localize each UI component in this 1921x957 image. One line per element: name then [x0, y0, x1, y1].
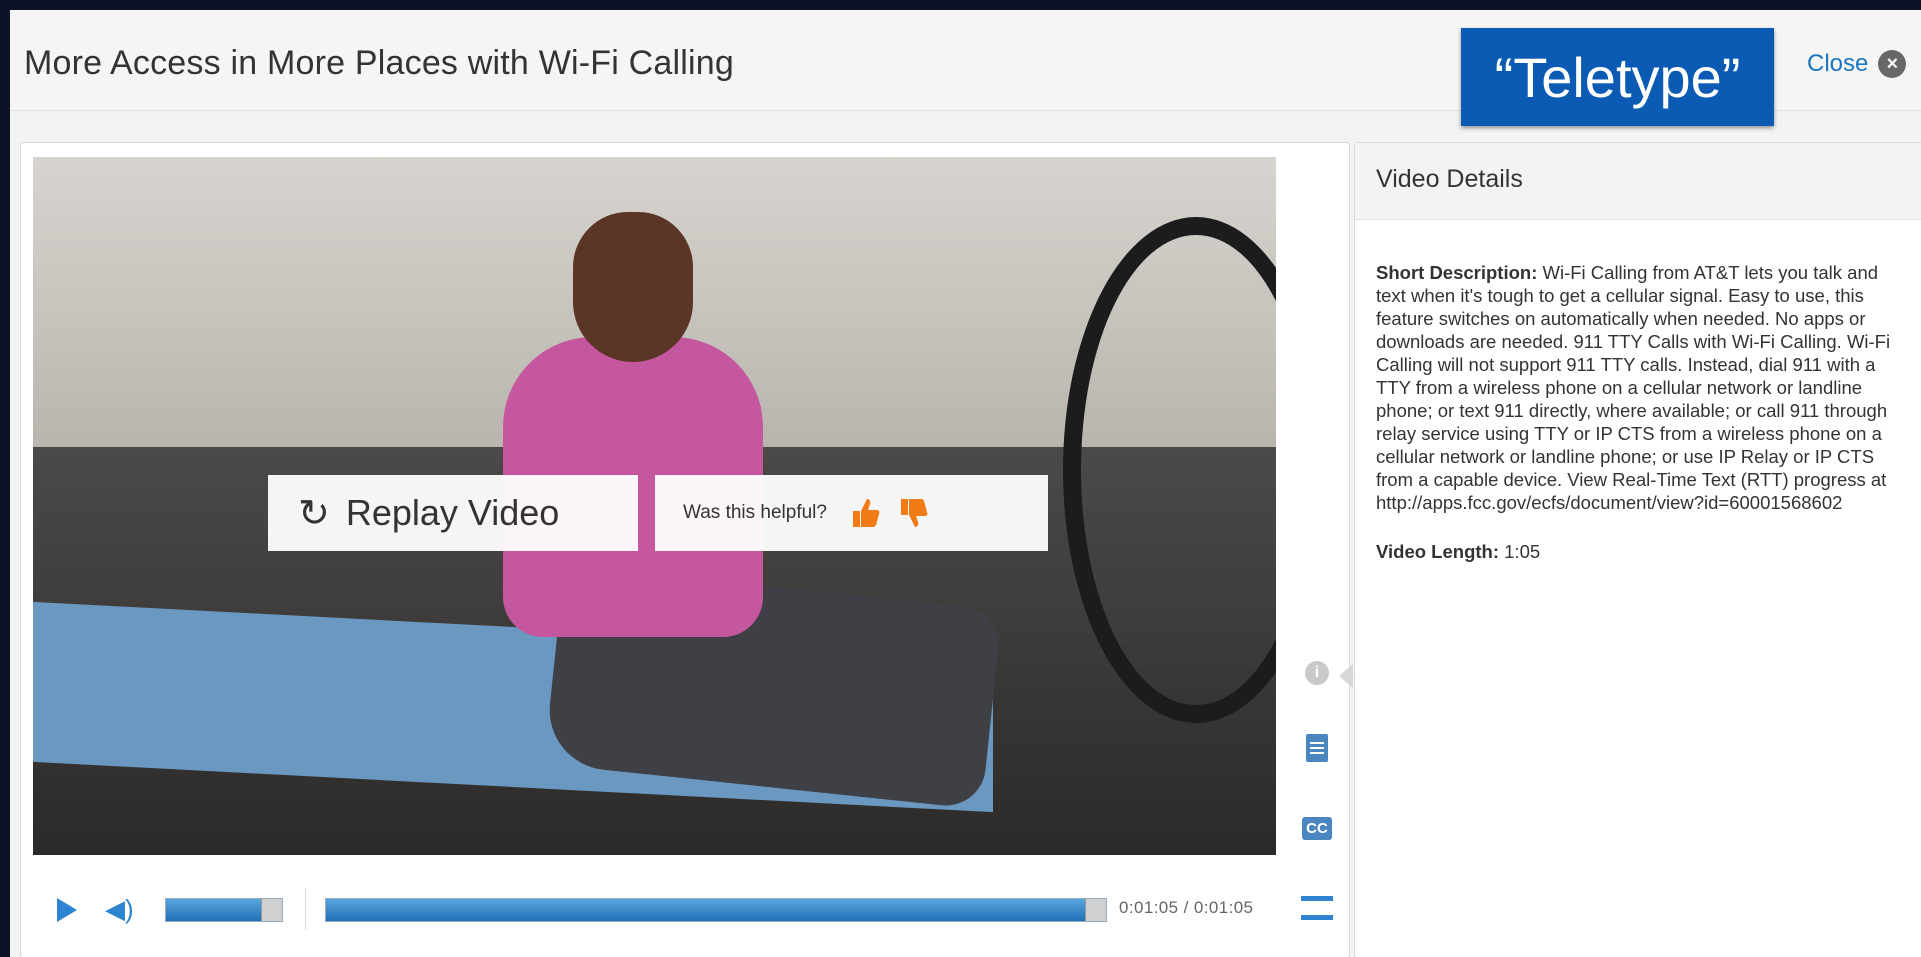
video-modal: More Access in More Places with Wi-Fi Ca…	[10, 10, 1921, 957]
short-description-label: Short Description:	[1376, 262, 1538, 283]
closed-captions-icon: CC	[1302, 816, 1332, 840]
helpful-question: Was this helpful?	[683, 502, 827, 523]
play-icon[interactable]	[57, 898, 77, 922]
volume-slider-handle[interactable]	[261, 899, 282, 921]
info-icon: i	[1305, 661, 1329, 685]
fullscreen-icon[interactable]	[1301, 896, 1333, 920]
short-description: Short Description: Wi-Fi Calling from AT…	[1376, 261, 1906, 514]
progress-handle[interactable]	[1085, 899, 1106, 921]
time-display: 0:01:05 / 0:01:05	[1119, 898, 1254, 917]
video-controls: ◀) 0:01:05 / 0:01:05	[33, 878, 1333, 938]
video-details-panel: Video Details Short Description: Wi-Fi C…	[1354, 142, 1921, 957]
replay-label: Replay Video	[345, 492, 560, 533]
thumbs-down-icon[interactable]	[897, 496, 931, 530]
details-title: Video Details	[1376, 165, 1523, 193]
details-header: Video Details	[1355, 143, 1921, 220]
transcript-icon	[1306, 734, 1328, 762]
close-label: Close	[1807, 50, 1869, 77]
video-length-label: Video Length:	[1376, 541, 1499, 562]
details-pointer	[1339, 664, 1353, 688]
progress-bar[interactable]	[325, 898, 1107, 922]
teletype-annotation-label: “Teletype”	[1461, 28, 1774, 126]
volume-icon[interactable]: ◀)	[105, 894, 134, 925]
short-description-text: Wi-Fi Calling from AT&T lets you talk an…	[1376, 262, 1891, 513]
details-body: Short Description: Wi-Fi Calling from AT…	[1376, 261, 1906, 563]
replay-video-button[interactable]: ↻ Replay Video	[268, 475, 638, 551]
close-icon[interactable]: ×	[1878, 50, 1907, 78]
thumbs-up-icon[interactable]	[849, 496, 883, 530]
info-button[interactable]: i	[1291, 650, 1343, 696]
replay-icon: ↻	[298, 492, 330, 535]
controls-divider	[305, 888, 306, 930]
helpful-feedback: Was this helpful?	[655, 475, 1048, 551]
video-scene-person-head	[573, 212, 693, 362]
close-button[interactable]: Close ×	[1807, 50, 1907, 78]
volume-slider[interactable]	[165, 898, 283, 922]
closed-captions-button[interactable]: CC	[1291, 805, 1343, 851]
video-length-value: 1:05	[1504, 541, 1541, 562]
page-title: More Access in More Places with Wi-Fi Ca…	[24, 44, 734, 82]
video-length: Video Length: 1:05	[1376, 540, 1906, 563]
transcript-button[interactable]	[1291, 725, 1343, 771]
